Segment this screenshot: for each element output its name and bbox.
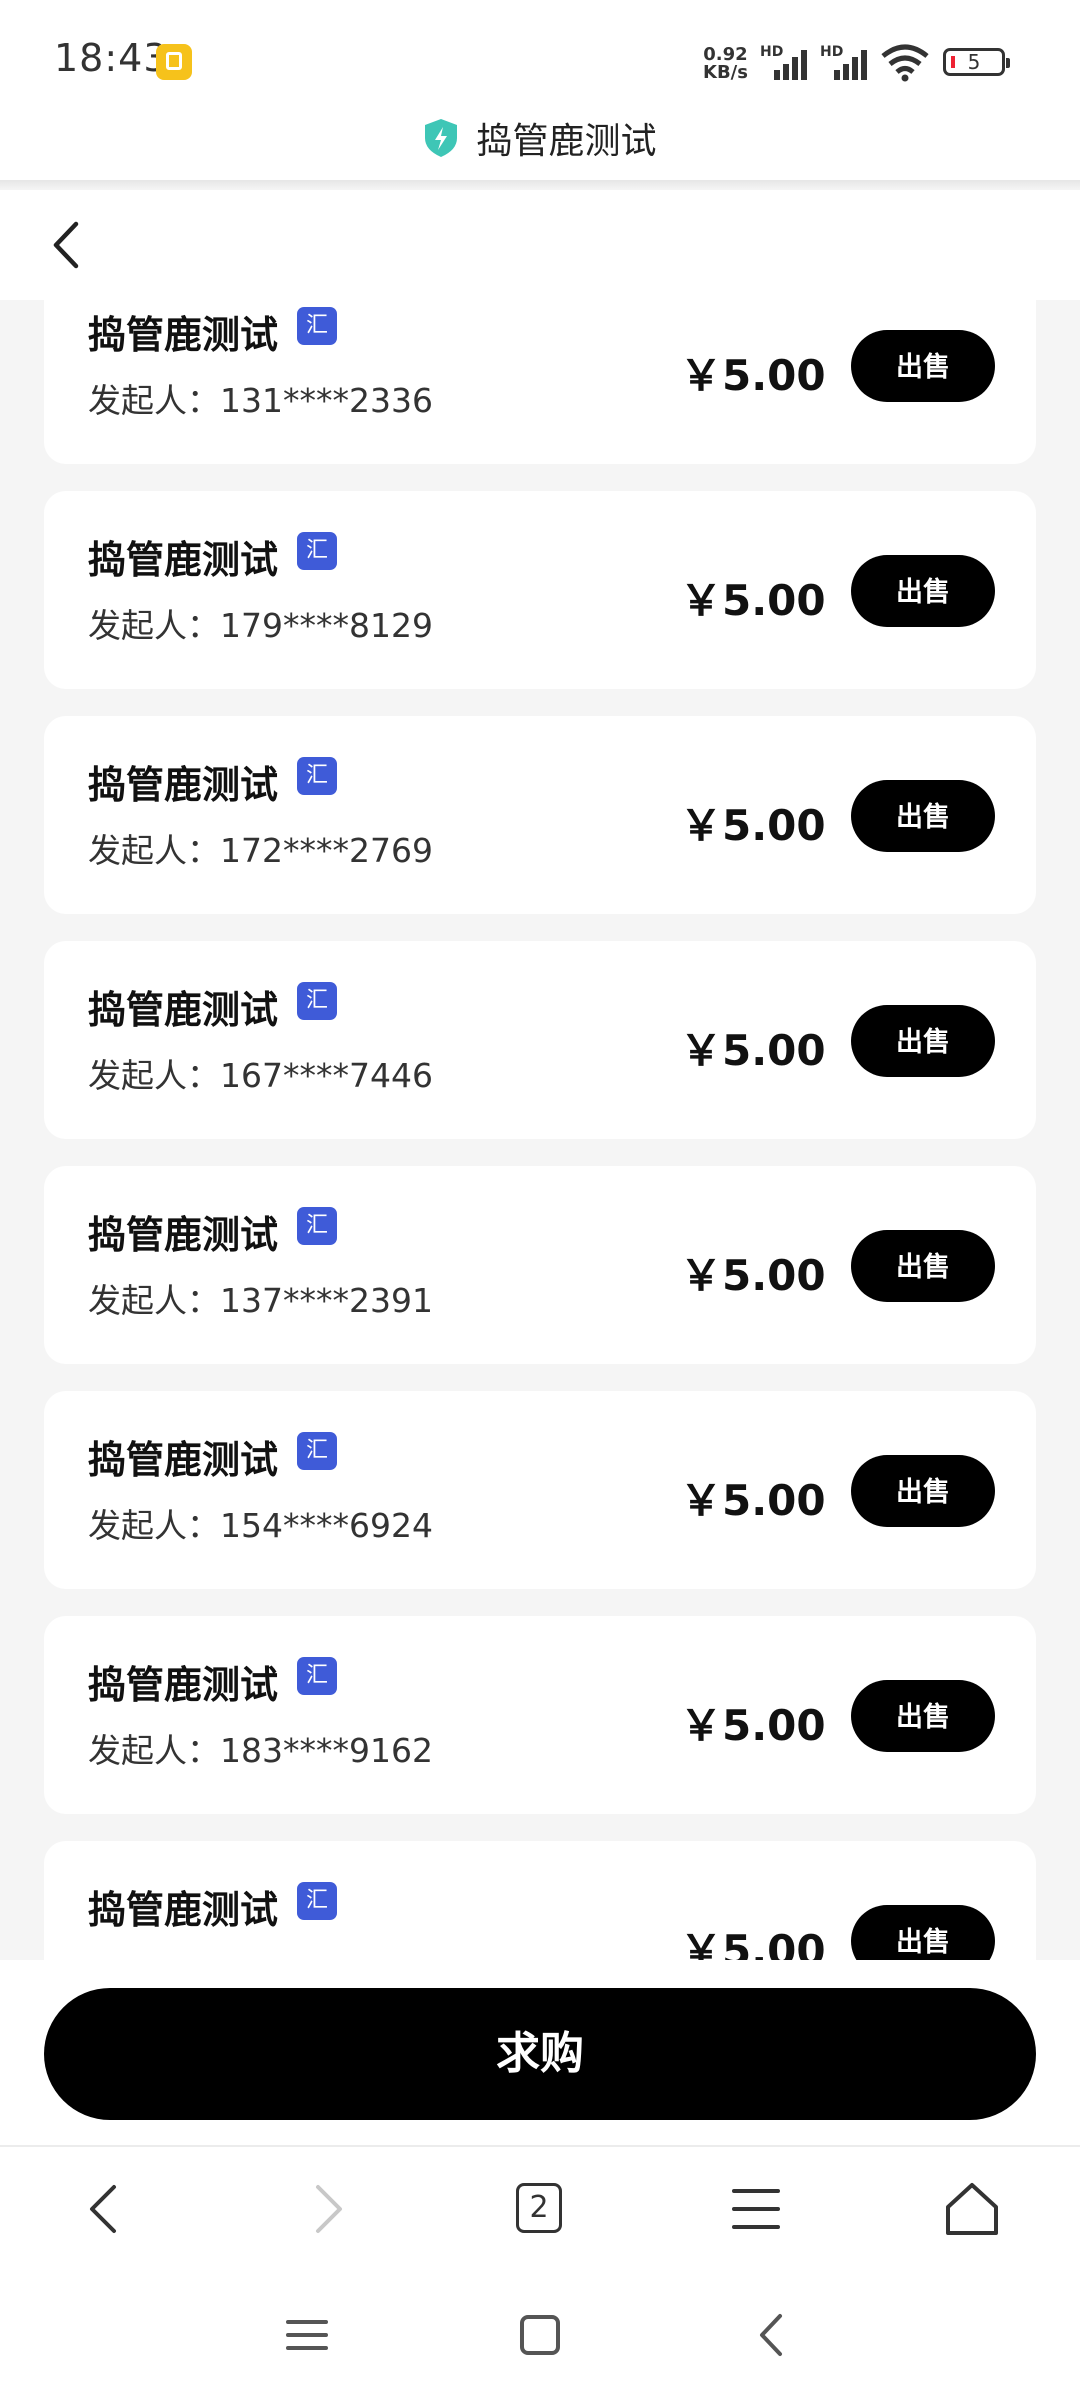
- item-tag: 汇: [297, 1432, 337, 1470]
- item-initiator: 发起人：183****9162: [88, 1731, 433, 1770]
- sell-button[interactable]: 出售: [851, 1005, 995, 1077]
- list-item[interactable]: 捣管鹿测试 汇 发起人：137****2391 ￥5.00 出售: [44, 1166, 1036, 1364]
- list-item[interactable]: 捣管鹿测试 汇 发起人：172****2769 ￥5.00 出售: [44, 716, 1036, 914]
- sell-button[interactable]: 出售: [851, 1905, 995, 1960]
- item-title: 捣管鹿测试: [88, 1888, 279, 1932]
- sell-button[interactable]: 出售: [851, 1230, 995, 1302]
- item-title: 捣管鹿测试: [88, 538, 279, 582]
- list-item[interactable]: 捣管鹿测试 汇 ￥5.00 出售: [44, 1841, 1036, 1960]
- tab-count-button[interactable]: 2: [516, 2183, 562, 2233]
- list-item[interactable]: 捣管鹿测试 汇 发起人：131****2336 ￥5.00 出售: [44, 300, 1036, 464]
- item-tag: 汇: [297, 307, 337, 345]
- item-initiator: 发起人：172****2769: [88, 831, 433, 870]
- sell-button[interactable]: 出售: [851, 555, 995, 627]
- sell-button[interactable]: 出售: [851, 1455, 995, 1527]
- item-tag: 汇: [297, 1657, 337, 1695]
- item-initiator: 发起人：137****2391: [88, 1281, 433, 1320]
- item-initiator: 发起人：131****2336: [88, 381, 433, 420]
- action-bar: 求购: [0, 1960, 1080, 2145]
- list-item[interactable]: 捣管鹿测试 汇 发起人：154****6924 ￥5.00 出售: [44, 1391, 1036, 1589]
- chevron-left-icon[interactable]: [74, 2177, 138, 2241]
- item-tag: 汇: [297, 532, 337, 570]
- item-price: ￥5.00: [680, 351, 826, 400]
- sell-button[interactable]: 出售: [851, 330, 995, 402]
- item-title: 捣管鹿测试: [88, 763, 279, 807]
- item-title: 捣管鹿测试: [88, 313, 279, 357]
- buy-request-button[interactable]: 求购: [44, 1988, 1036, 2120]
- item-title: 捣管鹿测试: [88, 1438, 279, 1482]
- item-title: 捣管鹿测试: [88, 1213, 279, 1257]
- list-item[interactable]: 捣管鹿测试 汇 发起人：183****9162 ￥5.00 出售: [44, 1616, 1036, 1814]
- item-price: ￥5.00: [680, 1926, 826, 1960]
- home-icon[interactable]: [940, 2177, 1004, 2241]
- chevron-right-icon[interactable]: [294, 2177, 358, 2241]
- item-initiator: 发起人：154****6924: [88, 1506, 433, 1545]
- shield-bolt-icon: [425, 119, 458, 157]
- signal-1-icon: HD: [760, 44, 808, 80]
- hamburger-icon[interactable]: [724, 2177, 788, 2241]
- status-time: 18:43: [54, 36, 169, 80]
- sell-button[interactable]: 出售: [851, 1680, 995, 1752]
- network-speed: 0.92 KB/s: [703, 44, 748, 83]
- system-back-icon[interactable]: [748, 2310, 798, 2360]
- item-tag: 汇: [297, 757, 337, 795]
- listing-list[interactable]: 捣管鹿测试 汇 发起人：131****2336 ￥5.00 出售 捣管鹿测试 汇…: [0, 300, 1080, 1960]
- item-title: 捣管鹿测试: [88, 1663, 279, 1707]
- back-button[interactable]: [40, 210, 100, 280]
- list-item[interactable]: 捣管鹿测试 汇 发起人：167****7446 ￥5.00 出售: [44, 941, 1036, 1139]
- item-price: ￥5.00: [680, 1026, 826, 1075]
- recent-apps-icon[interactable]: [282, 2310, 332, 2360]
- nav-row: [0, 190, 1080, 300]
- item-tag: 汇: [297, 982, 337, 1020]
- signal-2-icon: HD: [820, 44, 868, 80]
- item-price: ￥5.00: [680, 1251, 826, 1300]
- home-square-icon[interactable]: [515, 2310, 565, 2360]
- page-title: 捣管鹿测试: [476, 121, 657, 162]
- item-tag: 汇: [297, 1882, 337, 1920]
- item-price: ￥5.00: [680, 1476, 826, 1525]
- wifi-icon: [881, 44, 929, 82]
- system-nav-bar: [0, 2270, 1080, 2400]
- item-price: ￥5.00: [680, 1701, 826, 1750]
- sell-button[interactable]: 出售: [851, 780, 995, 852]
- list-item[interactable]: 捣管鹿测试 汇 发起人：179****8129 ￥5.00 出售: [44, 491, 1036, 689]
- item-initiator: 发起人：167****7446: [88, 1056, 433, 1095]
- notification-app-icon: [156, 44, 192, 80]
- item-price: ￥5.00: [680, 576, 826, 625]
- browser-toolbar: 2: [0, 2145, 1080, 2270]
- title-bar: 捣管鹿测试: [0, 100, 1080, 180]
- item-initiator: 发起人：179****8129: [88, 606, 433, 645]
- item-tag: 汇: [297, 1207, 337, 1245]
- item-title: 捣管鹿测试: [88, 988, 279, 1032]
- battery-icon: 5: [943, 48, 1010, 76]
- status-bar: 18:43 0.92 KB/s HD HD 5: [0, 0, 1080, 100]
- item-price: ￥5.00: [680, 801, 826, 850]
